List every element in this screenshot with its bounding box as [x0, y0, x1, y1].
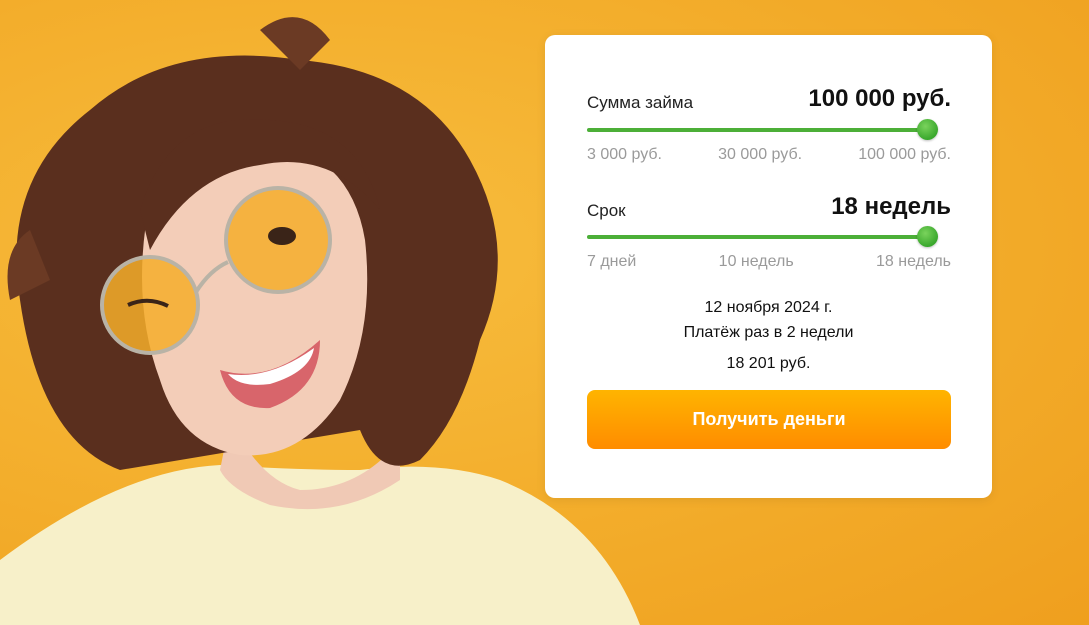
amount-tick-max: 100 000 руб. [858, 146, 951, 163]
get-money-button[interactable]: Получить деньги [587, 390, 951, 449]
term-tick-min: 7 дней [587, 253, 637, 270]
amount-slider-handle[interactable] [916, 119, 938, 140]
amount-slider-track[interactable] [587, 128, 927, 132]
amount-label: Сумма займа [587, 93, 694, 112]
term-row: Срок 18 недель [587, 193, 951, 221]
repayment-date: 12 ноября 2024 г. [704, 299, 833, 316]
term-value: 18 недель [831, 193, 951, 220]
term-tick-max: 18 недель [875, 253, 951, 270]
term-slider-handle[interactable] [916, 226, 938, 247]
amount-value: 100 000 руб. [808, 85, 951, 112]
term-scale: 7 дней 10 недель 18 недель [587, 253, 951, 271]
payment-amount: 18 201 руб. [726, 355, 811, 372]
term-slider-track[interactable] [587, 235, 927, 239]
payment-schedule: Платёж раз в 2 недели [683, 324, 854, 341]
amount-scale: 3 000 руб. 30 000 руб. 100 000 руб. [587, 146, 951, 164]
term-tick-mid: 10 недель [718, 253, 794, 270]
loan-calculator-card: Сумма займа 100 000 руб. 3 000 руб. 30 0… [545, 35, 992, 498]
amount-tick-min: 3 000 руб. [587, 146, 662, 163]
term-label: Срок [587, 201, 626, 220]
amount-tick-mid: 30 000 руб. [718, 146, 803, 163]
amount-row: Сумма займа 100 000 руб. [587, 85, 951, 113]
